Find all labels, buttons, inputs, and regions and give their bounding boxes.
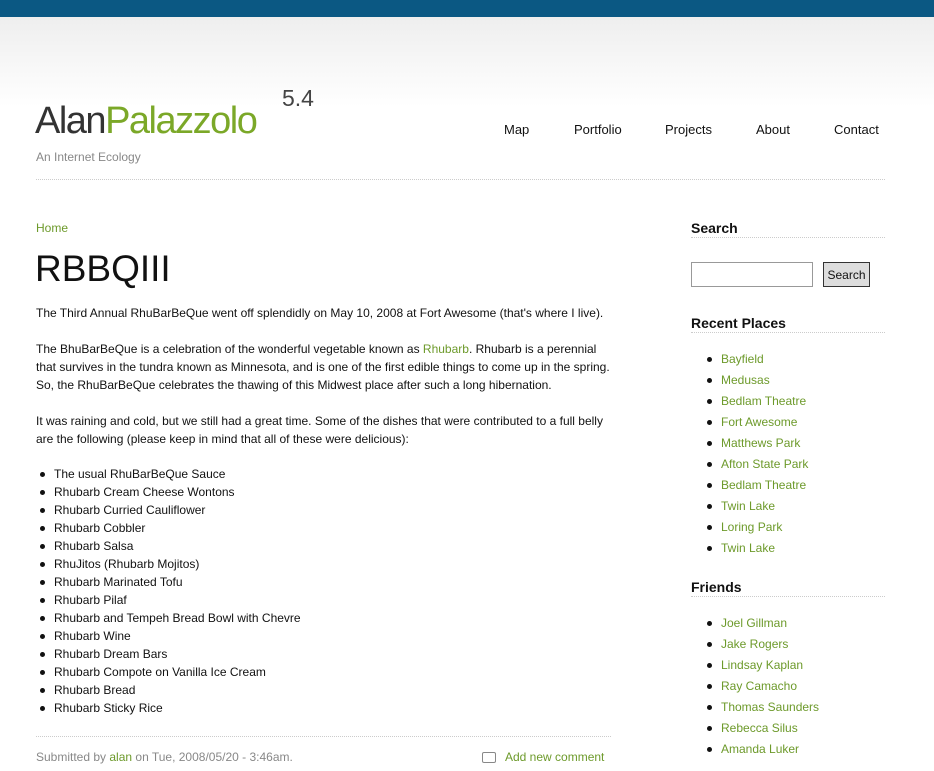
sidebar-item-place[interactable]: Twin Lake — [706, 538, 808, 559]
page-title: RBBQIII — [35, 248, 171, 289]
logo-first: Alan — [35, 100, 107, 142]
search-input[interactable] — [691, 262, 813, 287]
list-item: Rhubarb Bread — [40, 681, 301, 699]
site-tagline: An Internet Ecology — [36, 150, 141, 164]
list-item: Rhubarb Compote on Vanilla Ice Cream — [40, 663, 301, 681]
submitted-prefix: Submitted by — [36, 750, 110, 764]
sidebar-item-place[interactable]: Loring Park — [706, 517, 808, 538]
list-item: Rhubarb Salsa — [40, 537, 301, 555]
post-footer-divider — [36, 736, 611, 737]
list-item: Rhubarb Cream Cheese Wontons — [40, 483, 301, 501]
list-item: Rhubarb Curried Cauliflower — [40, 501, 301, 519]
list-item: Rhubarb and Tempeh Bread Bowl with Chevr… — [40, 611, 301, 625]
sidebar-item-place[interactable]: Bedlam Theatre — [706, 391, 808, 412]
list-item: Rhubarb Cobbler — [40, 519, 301, 537]
list-item: RhuJitos (Rhubarb Mojitos) — [40, 555, 301, 573]
site-logo[interactable]: AlanPalazzolo — [35, 99, 258, 143]
dishes-list: The usual RhuBarBeQue Sauce Rhubarb Crea… — [40, 465, 301, 717]
para2-text-a: The BhuBarBeQue is a celebration of the … — [36, 342, 423, 356]
sidebar-item-friend[interactable]: Jake Rogers — [706, 634, 819, 655]
friends-heading-divider — [691, 596, 885, 597]
rhubarb-paragraph: The BhuBarBeQue is a celebration of the … — [36, 340, 616, 394]
list-item: Rhubarb Pilaf — [40, 591, 301, 609]
rhubarb-link[interactable]: Rhubarb — [423, 342, 469, 356]
nav-map[interactable]: Map — [504, 122, 529, 137]
list-item: Rhubarb Wine — [40, 627, 301, 645]
recent-heading-divider — [691, 332, 885, 333]
breadcrumb-home[interactable]: Home — [36, 221, 68, 235]
search-button[interactable]: Search — [823, 262, 870, 287]
sidebar-item-friend[interactable]: Amanda Luker — [706, 739, 819, 760]
list-item: Rhubarb Dream Bars — [40, 645, 301, 663]
logo-second: Palazzolo — [105, 100, 258, 142]
recent-places-list: Bayfield Medusas Bedlam Theatre Fort Awe… — [706, 349, 808, 559]
submitted-date: on Tue, 2008/05/20 - 3:46am. — [132, 750, 293, 764]
intro-paragraph: The Third Annual RhuBarBeQue went off sp… — [36, 306, 604, 320]
nav-projects[interactable]: Projects — [665, 122, 712, 137]
header-background — [0, 17, 934, 107]
top-bar — [0, 0, 934, 17]
dishes-paragraph: It was raining and cold, but we still ha… — [36, 414, 603, 446]
sidebar-item-place[interactable]: Fort Awesome — [706, 412, 808, 433]
sidebar-item-friend[interactable]: Thomas Saunders — [706, 697, 819, 718]
sidebar-item-place[interactable]: Matthews Park — [706, 433, 808, 454]
list-item: The usual RhuBarBeQue Sauce — [40, 465, 301, 483]
sidebar-item-friend[interactable]: Lindsay Kaplan — [706, 655, 819, 676]
friends-list: Joel Gillman Jake Rogers Lindsay Kaplan … — [706, 613, 819, 760]
nav-portfolio[interactable]: Portfolio — [574, 122, 622, 137]
search-heading-divider — [691, 237, 885, 238]
sidebar-item-place[interactable]: Bedlam Theatre — [706, 475, 808, 496]
sidebar-item-place[interactable]: Twin Lake — [706, 496, 808, 517]
search-heading: Search — [691, 220, 738, 236]
add-comment-link[interactable]: Add new comment — [505, 750, 604, 764]
recent-places-heading: Recent Places — [691, 315, 786, 331]
nav-contact[interactable]: Contact — [834, 122, 879, 137]
nav-about[interactable]: About — [756, 122, 790, 137]
friends-heading: Friends — [691, 579, 742, 595]
list-item: Rhubarb Sticky Rice — [40, 699, 301, 717]
comment-icon — [482, 752, 496, 763]
sidebar-item-place[interactable]: Afton State Park — [706, 454, 808, 475]
version-label: 5.4 — [282, 85, 314, 111]
header-divider — [36, 179, 885, 180]
sidebar-item-place[interactable]: Bayfield — [706, 349, 808, 370]
sidebar-item-friend[interactable]: Rebecca Silus — [706, 718, 819, 739]
list-item: Rhubarb Marinated Tofu — [40, 573, 301, 591]
sidebar-item-friend[interactable]: Ray Camacho — [706, 676, 819, 697]
sidebar-item-friend[interactable]: Joel Gillman — [706, 613, 819, 634]
submitted-info: Submitted by alan on Tue, 2008/05/20 - 3… — [36, 750, 293, 764]
sidebar-item-place[interactable]: Medusas — [706, 370, 808, 391]
author-link[interactable]: alan — [109, 750, 132, 764]
